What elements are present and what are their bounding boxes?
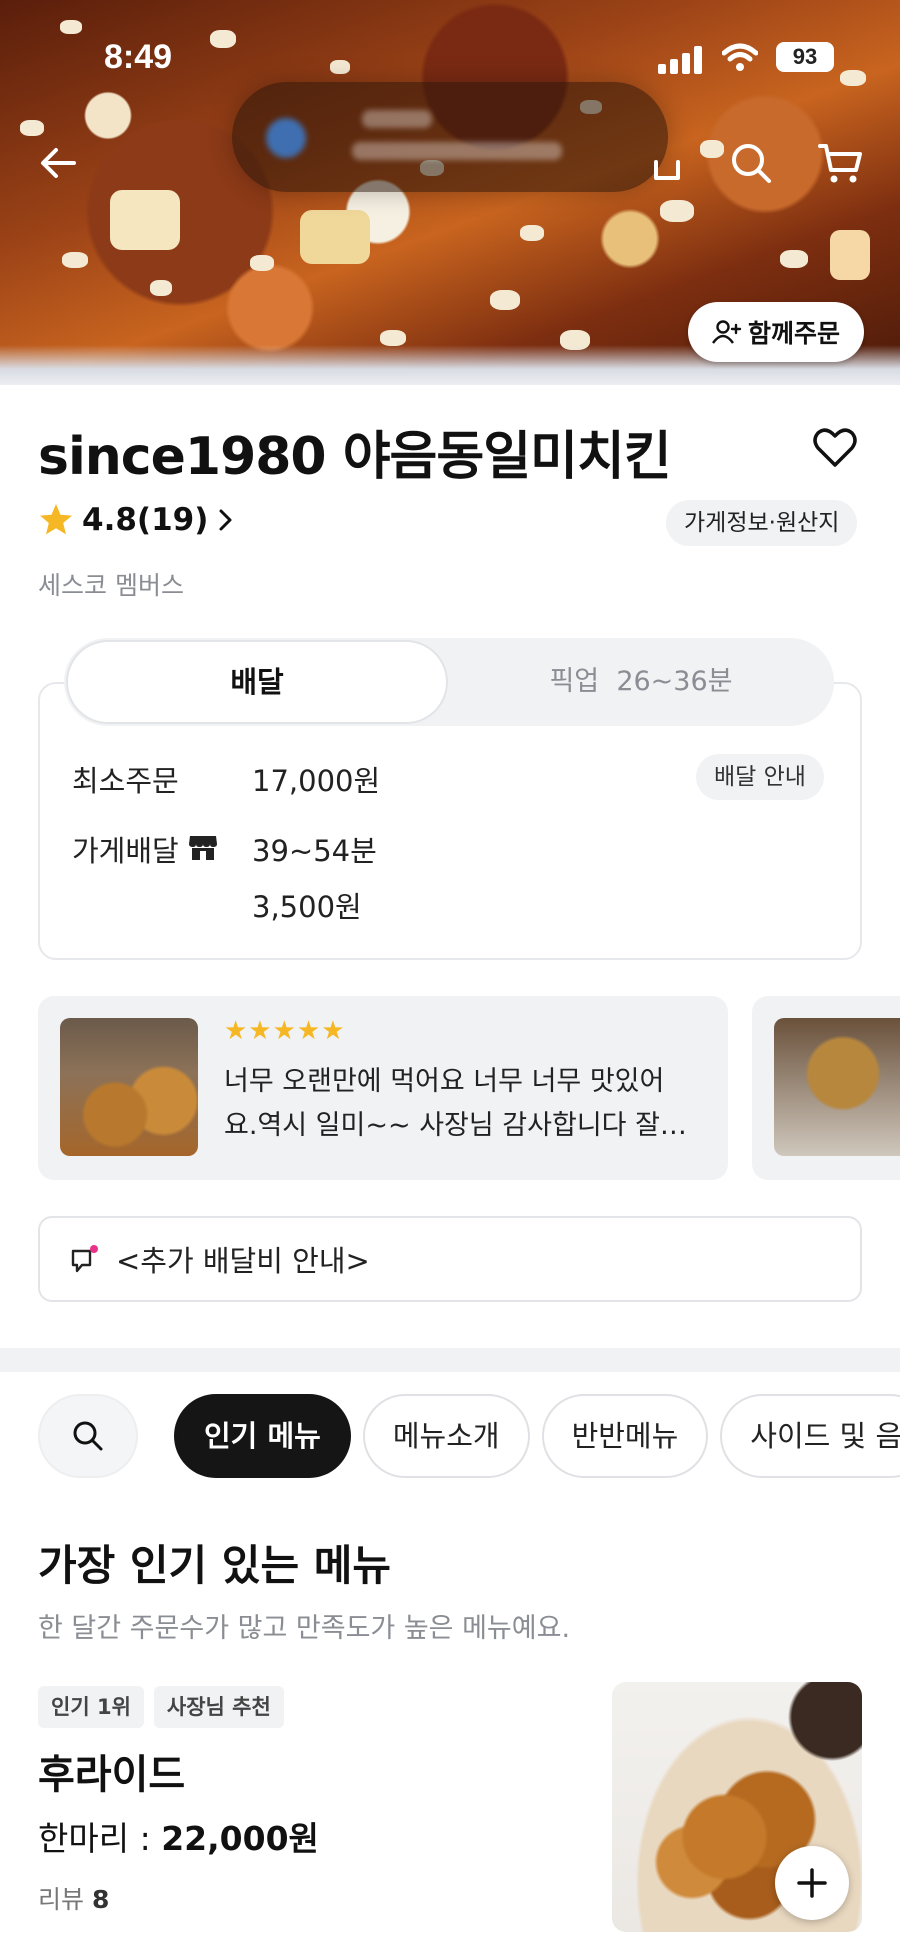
category-chip-half[interactable]: 반반메뉴: [541, 1394, 709, 1478]
menu-category-bar: 인기 메뉴 메뉴소개 반반메뉴 사이드 및 음: [38, 1394, 900, 1478]
cellular-signal-icon: [658, 46, 704, 74]
status-bar: 8:49 93: [0, 38, 900, 82]
storefront-icon: [189, 836, 217, 860]
search-icon[interactable]: [726, 138, 776, 188]
review-stars: ★★★★★: [224, 1016, 346, 1046]
back-arrow-icon[interactable]: [34, 138, 84, 188]
tab-pickup[interactable]: 픽업 26~36분: [448, 638, 834, 726]
store-delivery-label: 가게배달: [72, 834, 179, 868]
status-time: 8:49: [104, 38, 173, 76]
delivery-fee: 3,500원: [252, 890, 362, 924]
heart-icon[interactable]: [810, 422, 860, 472]
together-order-label: 함께주문: [747, 319, 840, 348]
tab-pickup-label: 픽업: [549, 666, 600, 697]
review-photo: [774, 1018, 900, 1156]
store-rating[interactable]: 4.8(19): [38, 502, 236, 538]
order-type-tabs: 배달 픽업 26~36분: [64, 638, 834, 726]
min-order-value: 17,000원: [252, 764, 381, 798]
section-divider: [0, 1348, 900, 1372]
battery-indicator: 93: [776, 42, 834, 72]
wifi-icon: [722, 43, 758, 71]
star-icon: [40, 504, 72, 535]
menu-badges: 인기 1위 사장님 추천: [38, 1686, 284, 1728]
section-title: 가장 인기 있는 메뉴: [38, 1541, 391, 1590]
review-card[interactable]: ★★★★★ 너무 오랜만에 먹어요 너무 너무 맛있어 요.역시 일미~~ 사장…: [38, 996, 728, 1180]
together-order-button[interactable]: 함께주문: [688, 302, 864, 362]
review-card[interactable]: [752, 996, 900, 1180]
badge-owner-pick: 사장님 추천: [153, 1686, 284, 1728]
review-photo: [60, 1018, 198, 1156]
membership-label: 세스코 멤버스: [38, 571, 184, 600]
notice-icon: [71, 1245, 98, 1273]
extra-fee-notice[interactable]: <추가 배달비 안내>: [38, 1216, 862, 1302]
blurred-banner: [232, 82, 668, 192]
menu-search-button[interactable]: [38, 1394, 138, 1478]
min-order-label: 최소주문: [72, 764, 179, 798]
delivery-time: 39~54분: [252, 834, 377, 868]
menu-item-reviews: 리뷰 8: [38, 1885, 110, 1914]
chevron-right-icon: [219, 509, 232, 531]
notice-text: <추가 배달비 안내>: [116, 1244, 370, 1278]
plus-icon: [797, 1868, 827, 1898]
cart-icon[interactable]: [816, 138, 866, 188]
category-chip-intro[interactable]: 메뉴소개: [362, 1394, 530, 1478]
tab-delivery[interactable]: 배달: [66, 640, 448, 724]
share-icon[interactable]: [642, 138, 692, 188]
section-subtitle: 한 달간 주문수가 많고 만족도가 높은 메뉴예요.: [38, 1613, 571, 1644]
menu-item-price: 한마리 : 22,000원: [38, 1819, 319, 1858]
add-to-cart-button[interactable]: [775, 1846, 849, 1920]
search-icon: [73, 1421, 103, 1451]
menu-item-name[interactable]: 후라이드: [38, 1742, 185, 1800]
badge-popular-rank: 인기 1위: [38, 1686, 144, 1728]
delivery-guide-button[interactable]: 배달 안내: [696, 754, 824, 800]
store-name: since1980 야음동일미치킨: [38, 427, 672, 487]
category-chip-side[interactable]: 사이드 및 음: [720, 1394, 900, 1478]
rating-value: 4.8(19): [82, 502, 209, 538]
store-info-button[interactable]: 가게정보·원산지: [666, 500, 858, 546]
pickup-time: 26~36분: [616, 666, 733, 697]
review-text: 너무 오랜만에 먹어요 너무 너무 맛있어 요.역시 일미~~ 사장님 감사합니…: [224, 1066, 687, 1141]
add-person-icon: [712, 320, 742, 344]
category-chip-popular[interactable]: 인기 메뉴: [174, 1394, 351, 1478]
